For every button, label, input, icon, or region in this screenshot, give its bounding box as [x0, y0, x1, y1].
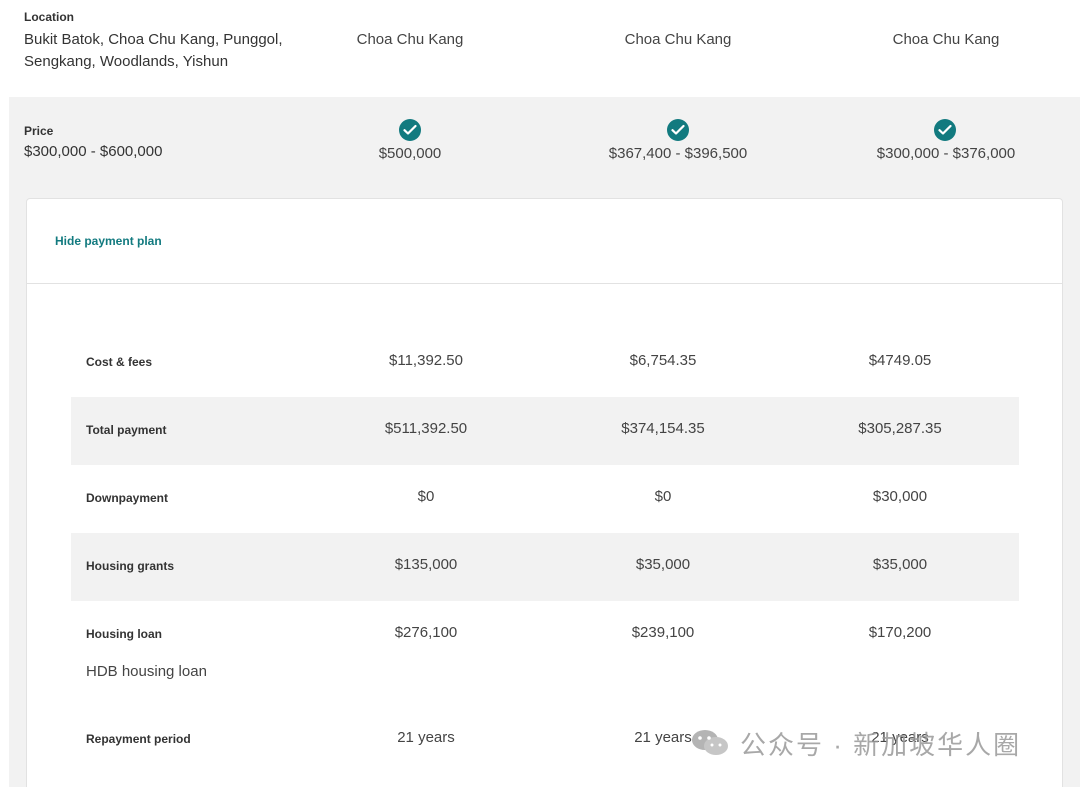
payment-plan-header: Hide payment plan: [27, 199, 1062, 284]
table-row: Total payment $511,392.50 $374,154.35 $3…: [71, 397, 1019, 465]
table-row: Cost & fees $11,392.50 $6,754.35 $4749.0…: [71, 329, 1019, 397]
price-label: Price: [24, 124, 54, 138]
table-row: Downpayment $0 $0 $30,000: [71, 465, 1019, 533]
table-cell: $4749.05: [868, 352, 932, 369]
wechat-icon: [690, 728, 730, 758]
table-cell: $0: [417, 488, 435, 505]
table-cell: $135,000: [394, 556, 458, 573]
table-cell: $35,000: [635, 556, 691, 573]
location-row: Location Bukit Batok, Choa Chu Kang, Pun…: [0, 0, 1080, 97]
payment-plan-card: Hide payment plan Cost & fees $11,392.50…: [26, 198, 1063, 787]
table-row: Housing loan $276,100 $239,100 $170,200 …: [71, 601, 1019, 706]
table-row: Housing grants $135,000 $35,000 $35,000: [71, 533, 1019, 601]
check-circle-icon: [667, 119, 689, 141]
row-label: Cost & fees: [86, 355, 153, 369]
payment-plan-table: Cost & fees $11,392.50 $6,754.35 $4749.0…: [71, 329, 1019, 774]
watermark-text: 公众号 · 新加坡华人圈: [740, 729, 1022, 760]
watermark: 公众号 · 新加坡华人圈: [690, 723, 1021, 763]
table-cell: $511,392.50: [384, 420, 468, 437]
row-label: Housing loan: [86, 627, 162, 641]
table-cell: $239,100: [631, 624, 695, 641]
check-circle-icon: [399, 119, 421, 141]
table-cell: $276,100: [394, 624, 458, 641]
table-cell: $170,200: [868, 624, 932, 641]
price-criteria: $300,000 - $600,000: [24, 143, 163, 160]
table-cell: $30,000: [872, 488, 928, 505]
row-label: Repayment period: [86, 732, 191, 746]
location-label: Location: [24, 10, 74, 24]
table-cell: $11,392.50: [389, 352, 463, 369]
price-col-1: $500,000: [378, 145, 442, 162]
table-cell: $305,287.35: [858, 420, 942, 437]
hide-payment-plan-link[interactable]: Hide payment plan: [55, 234, 162, 248]
location-col-2: Choa Chu Kang: [624, 31, 732, 48]
check-circle-icon: [934, 119, 956, 141]
table-cell: 21 years: [397, 729, 455, 746]
table-cell: $6,754.35: [629, 352, 697, 369]
table-cell: $35,000: [872, 556, 928, 573]
row-label: Total payment: [86, 423, 167, 437]
location-col-3: Choa Chu Kang: [892, 31, 1000, 48]
table-cell: $374,154.35: [621, 420, 705, 437]
price-col-2: $367,400 - $396,500: [608, 145, 748, 162]
row-label: Housing grants: [86, 559, 175, 573]
table-cell: $0: [654, 488, 672, 505]
location-col-1: Choa Chu Kang: [356, 31, 464, 48]
price-col-3: $300,000 - $376,000: [876, 145, 1016, 162]
location-criteria: Bukit Batok, Choa Chu Kang, Punggol, Sen…: [24, 31, 283, 70]
row-label: Downpayment: [86, 491, 169, 505]
housing-loan-type: HDB housing loan: [86, 663, 207, 680]
